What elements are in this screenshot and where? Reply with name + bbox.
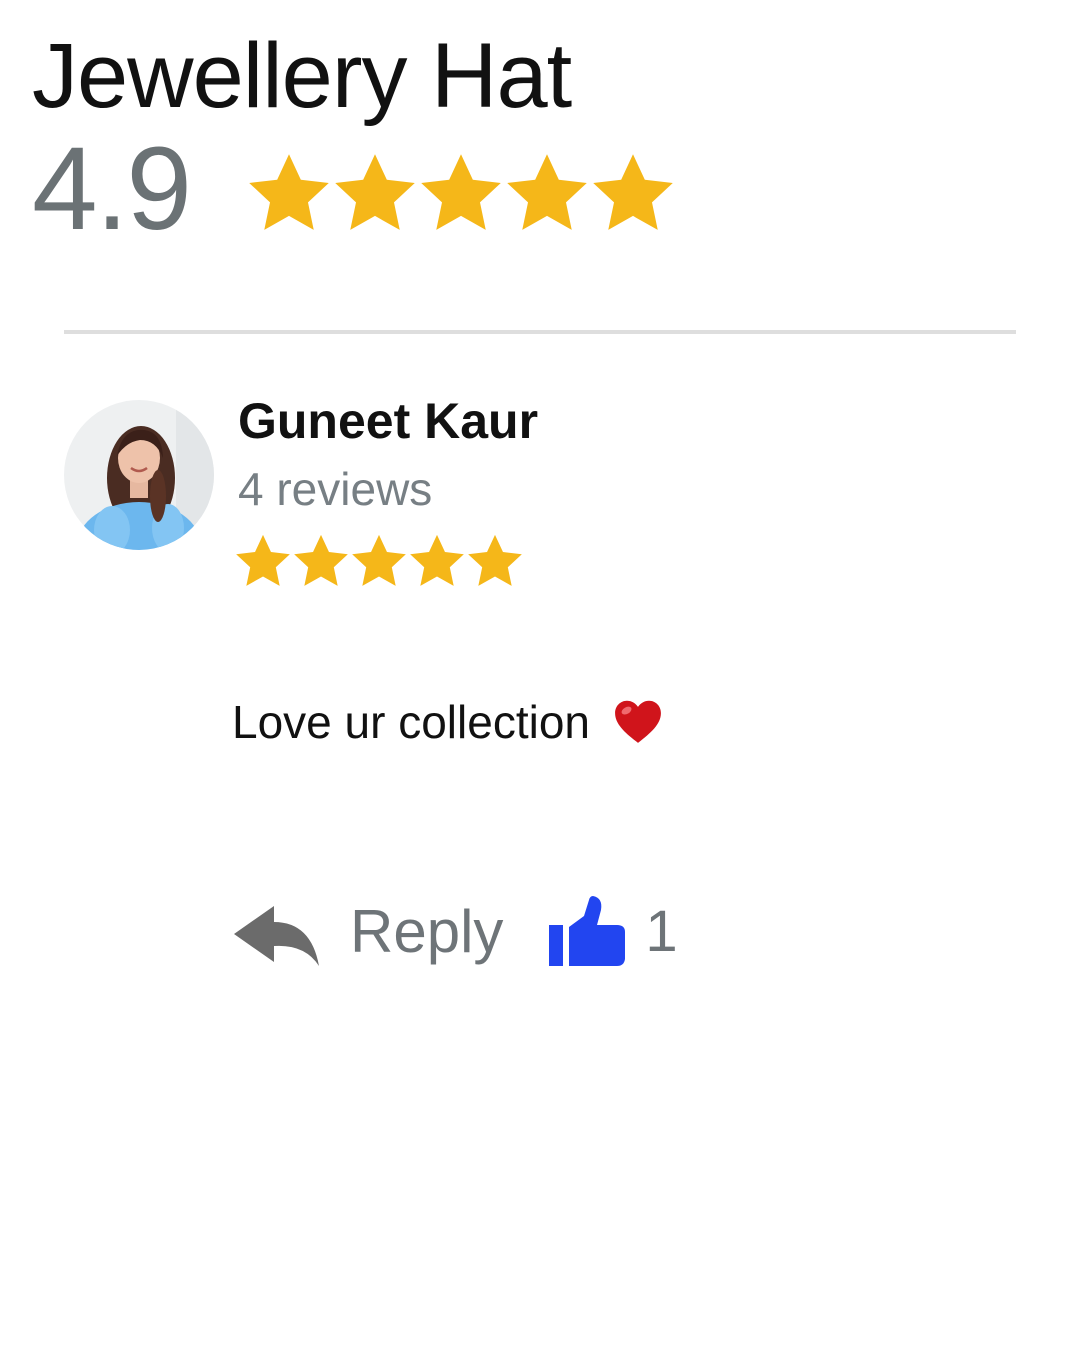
reviewer-review-count: 4 reviews bbox=[238, 463, 433, 515]
business-name: Jewellery Hat bbox=[32, 25, 572, 127]
business-rating: 4.9 bbox=[32, 130, 676, 248]
reviewer-name[interactable]: Guneet Kaur bbox=[238, 396, 538, 446]
like-count: 1 bbox=[645, 899, 678, 964]
reply-icon bbox=[234, 897, 320, 967]
heart-icon bbox=[614, 700, 661, 743]
avatar[interactable] bbox=[64, 400, 214, 550]
star-icon bbox=[249, 154, 329, 230]
reply-button[interactable]: Reply bbox=[234, 897, 503, 967]
thumbs-up-icon bbox=[549, 896, 627, 968]
reply-label: Reply bbox=[350, 898, 504, 965]
star-icon bbox=[468, 534, 522, 586]
review-body: Love ur collection bbox=[232, 696, 590, 748]
review-text: Love ur collection bbox=[232, 698, 663, 745]
review-actions: Reply 1 bbox=[234, 896, 678, 968]
star-icon bbox=[507, 154, 587, 230]
rating-value: 4.9 bbox=[32, 123, 192, 255]
star-icon bbox=[410, 534, 464, 586]
star-icon bbox=[335, 154, 415, 230]
like-button[interactable]: 1 bbox=[549, 896, 678, 968]
divider bbox=[64, 330, 1016, 334]
business-star-rating bbox=[246, 150, 676, 236]
star-icon bbox=[236, 534, 290, 586]
star-icon bbox=[421, 154, 501, 230]
review-star-rating bbox=[234, 532, 524, 590]
star-icon bbox=[352, 534, 406, 586]
star-icon bbox=[593, 154, 673, 230]
star-icon bbox=[294, 534, 348, 586]
